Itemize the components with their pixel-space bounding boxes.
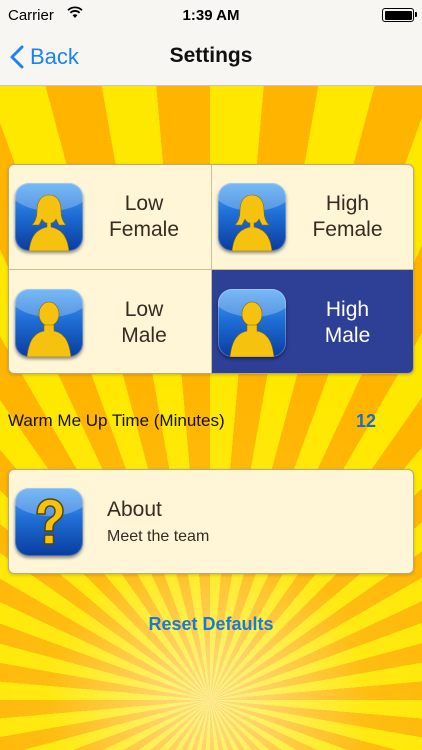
clock: 1:39 AM [182, 7, 240, 24]
voice-option-low-female[interactable]: Low Female [9, 165, 212, 270]
voice-option-high-male[interactable]: High Male [212, 270, 413, 373]
voice-option-label: High Male [324, 297, 371, 347]
reset-defaults-button[interactable]: Reset Defaults [0, 614, 422, 635]
voice-selector-grid: Low Female High Female Low Male High Mal… [8, 164, 414, 374]
female-silhouette-icon [218, 183, 286, 251]
about-subtitle: Meet the team [107, 527, 210, 545]
about-text: About Meet the team [107, 498, 209, 546]
navigation-bar: Back Settings [0, 30, 422, 86]
voice-option-label: Low Female [108, 192, 180, 241]
sunburst-background [0, 0, 422, 750]
voice-option-label: High Female [312, 192, 383, 241]
male-silhouette-icon [218, 288, 286, 357]
voice-option-label: Low Male [121, 297, 167, 347]
voice-option-high-female[interactable]: High Female [212, 165, 413, 270]
voice-option-low-male[interactable]: Low Male [9, 270, 212, 373]
about-button[interactable]: About Meet the team [8, 469, 414, 574]
male-silhouette-icon [15, 288, 83, 357]
page-title: Settings [169, 44, 253, 67]
question-mark-icon [15, 487, 83, 556]
warm-up-time-label: Warm Me Up Time (Minutes) [8, 411, 225, 430]
about-title: About [107, 497, 162, 521]
female-silhouette-icon [15, 183, 83, 251]
warm-up-time-value[interactable]: 12 [356, 411, 376, 432]
battery-full-icon [382, 8, 417, 22]
status-bar: Carrier 1:39 AM [0, 0, 422, 30]
